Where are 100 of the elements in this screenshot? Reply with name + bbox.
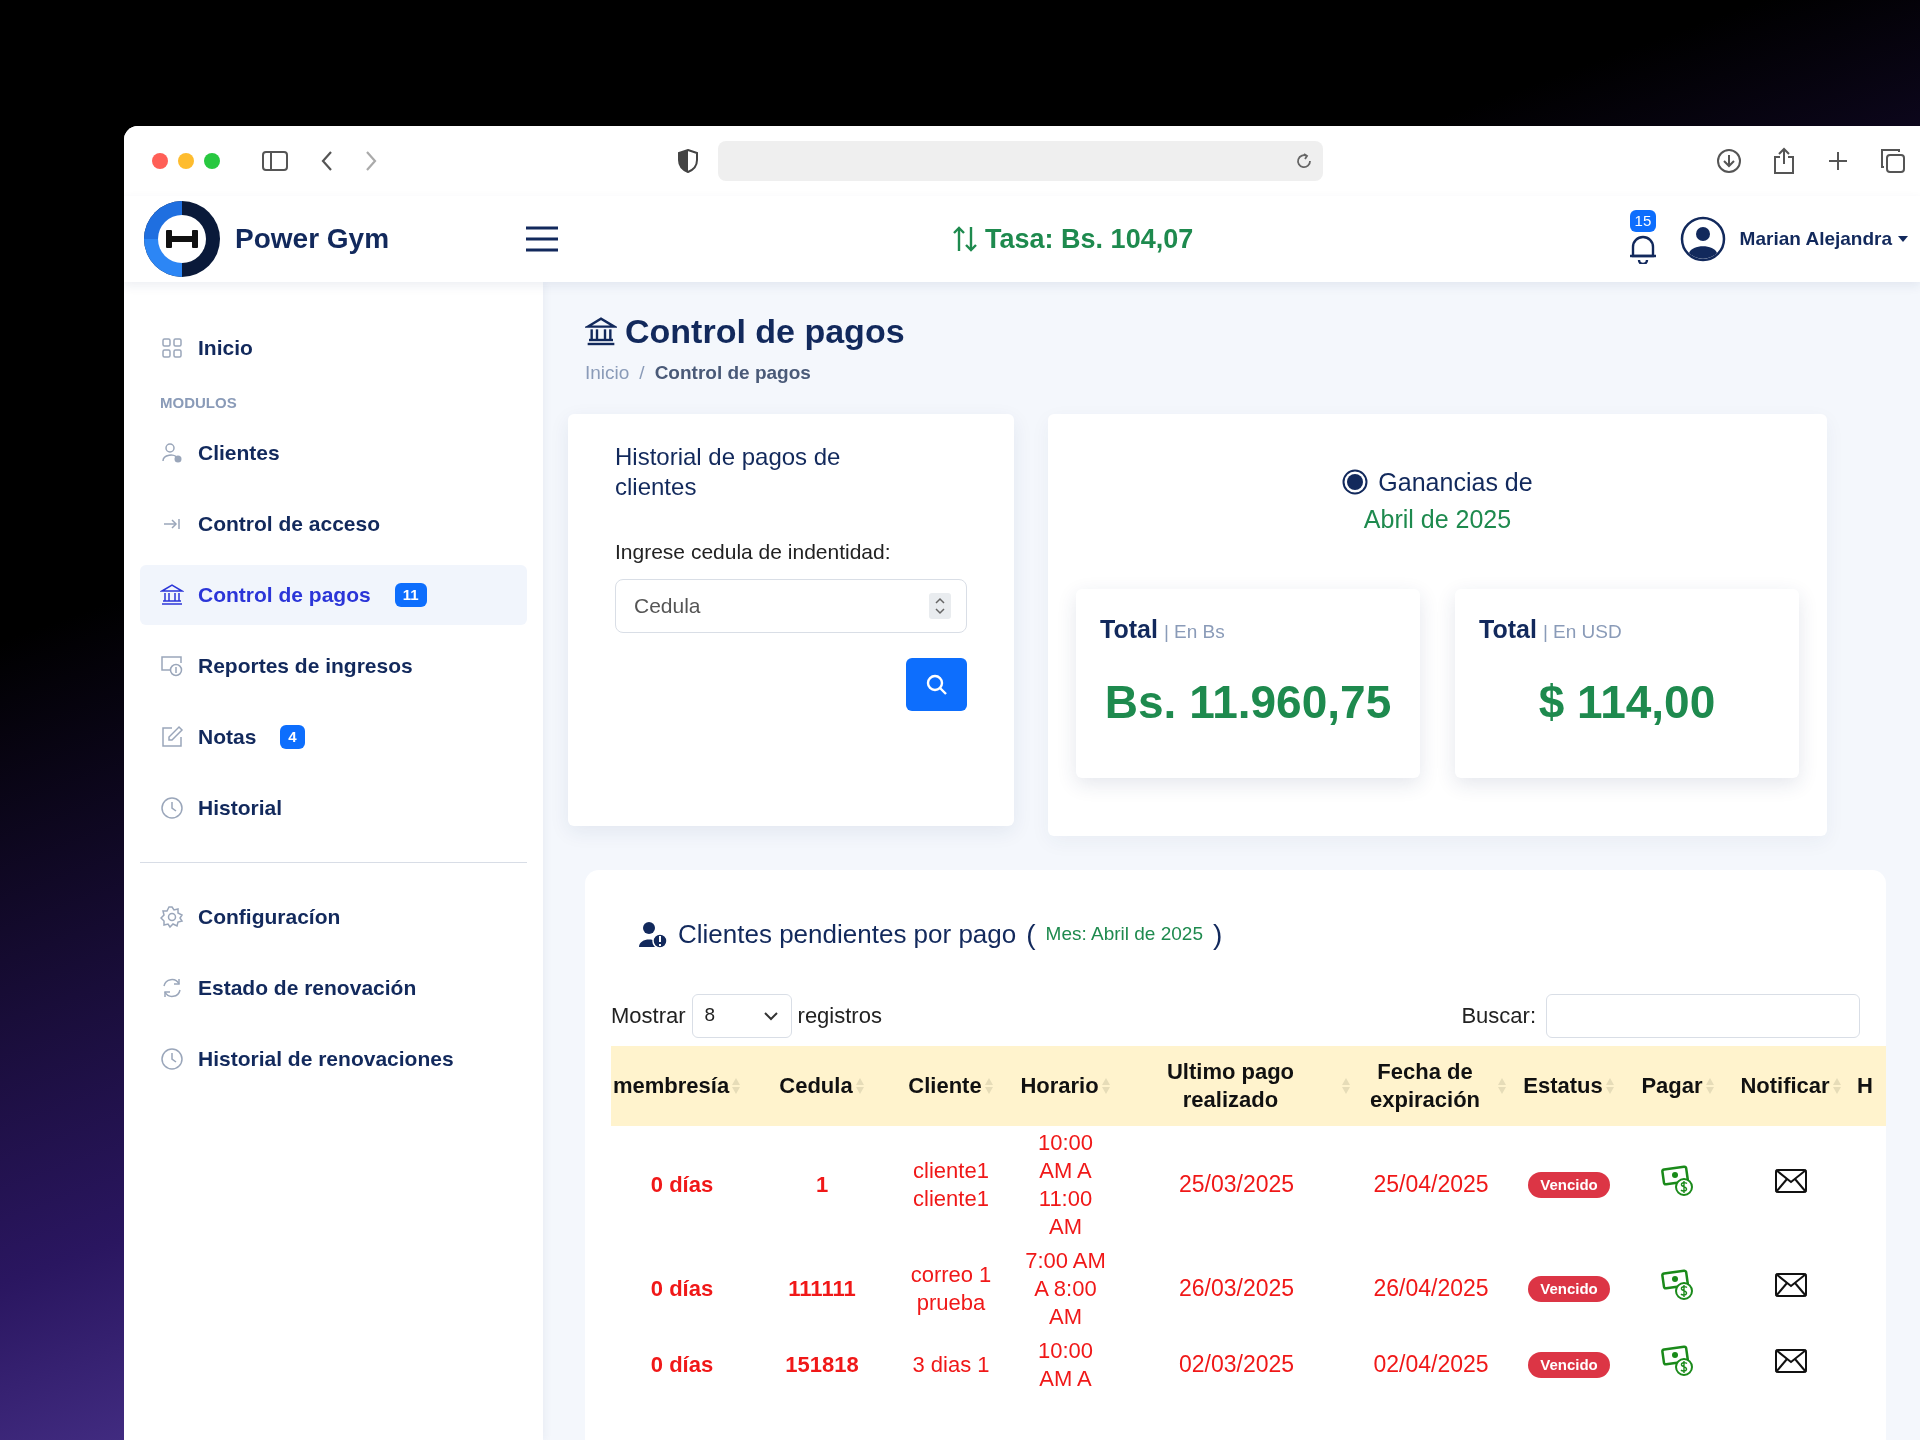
envelope-icon (1775, 1349, 1807, 1373)
envelope-icon (1775, 1273, 1807, 1297)
table-cell-text: 3 dias 1 (911, 1350, 991, 1379)
card-title: Historial de pagos de clientes (615, 441, 842, 502)
pay-button[interactable] (1661, 1269, 1695, 1301)
sidebar-item[interactable]: Reportes de ingresos (140, 635, 527, 696)
column-header[interactable]: Cliente (891, 1045, 1011, 1126)
select-value: 8 (704, 1003, 716, 1028)
clock-icon (160, 795, 184, 820)
sidebar-toggle-icon[interactable] (262, 151, 288, 171)
search-icon (924, 672, 949, 697)
sidebar-item[interactable]: Clientes (140, 422, 527, 483)
notify-button[interactable] (1775, 1273, 1807, 1297)
back-icon[interactable] (320, 150, 334, 172)
table-title: Clientes pendientes por pago (678, 918, 1017, 951)
page-title: Control de pagos (625, 311, 905, 352)
column-header[interactable]: membresía (611, 1045, 753, 1126)
table-cell-text: correo 1 prueba (909, 1260, 993, 1317)
status-badge: Vencido (1528, 1171, 1610, 1198)
total-amount: Bs. 11.960,75 (1104, 675, 1392, 730)
table-cell: 10:00 AM A 11:00 AM (1011, 1125, 1120, 1244)
money-icon (1661, 1269, 1695, 1301)
table-search-field[interactable] (1546, 993, 1860, 1038)
sidebar-item[interactable]: Configuracíon (140, 886, 527, 947)
notify-button[interactable] (1775, 1169, 1807, 1193)
new-tab-icon[interactable] (1826, 149, 1850, 173)
month-label: Mes: Abril de 2025 (1045, 922, 1203, 947)
tabs-overview-icon[interactable] (1880, 148, 1906, 174)
currency-label: | En USD (1542, 619, 1622, 644)
field-label: Ingrese cedula de indentidad: (615, 538, 892, 565)
share-icon[interactable] (1772, 147, 1796, 175)
status-badge: Vencido (1528, 1351, 1610, 1378)
total-label: Total (1100, 613, 1158, 645)
shield-icon[interactable] (678, 149, 698, 173)
bank-icon (585, 315, 617, 348)
search-label: Buscar: (1461, 1002, 1536, 1030)
table-cell-text: 0 días (649, 1274, 715, 1303)
reload-icon[interactable] (1295, 152, 1313, 170)
column-header[interactable]: Notificar (1727, 1045, 1855, 1126)
money-icon (1661, 1345, 1695, 1377)
pay-button[interactable] (1661, 1165, 1695, 1197)
table-cell-text: 111111 (787, 1274, 857, 1303)
column-header[interactable]: H (1855, 1045, 1886, 1126)
exchange-arrows-icon (951, 225, 980, 253)
total-label: Total (1479, 613, 1537, 645)
spinner-icon[interactable] (929, 593, 951, 619)
table-cell-text: 26/03/2025 (1177, 1274, 1296, 1304)
table-cell: 0 días (611, 1125, 753, 1244)
page-size-select[interactable]: 8 (691, 993, 792, 1038)
column-header[interactable]: Horario (1011, 1045, 1120, 1126)
gear-icon (160, 904, 184, 929)
user-alert-icon (638, 919, 668, 950)
menu-icon[interactable] (525, 225, 560, 253)
chevron-down-icon (762, 1010, 779, 1021)
avatar-icon[interactable] (1679, 216, 1726, 262)
clock-icon (160, 1046, 184, 1071)
breadcrumb-current: Control de pagos (654, 361, 811, 385)
currency-label: | En Bs (1163, 619, 1225, 644)
table-cell-text: 0 días (649, 1350, 715, 1379)
sidebar-item[interactable]: Historial de renovaciones (140, 1028, 527, 1089)
notification-count: 15 (1629, 210, 1657, 232)
cedula-field[interactable]: Cedula (615, 579, 967, 633)
table-cell-text: 7:00 AM A 8:00 AM (1024, 1246, 1107, 1331)
notify-button[interactable] (1775, 1349, 1807, 1373)
caret-icon (1898, 236, 1908, 242)
total-amount: $ 114,00 (1538, 675, 1716, 730)
grid-icon (160, 336, 184, 360)
exchange-rate: Tasa: Bs. 104,07 (985, 222, 1194, 256)
sidebar-item[interactable]: Estado de renovación (140, 957, 527, 1018)
column-header[interactable]: Estatus (1509, 1045, 1629, 1126)
parenthesis: ( (1026, 917, 1036, 952)
table-cell-text: 02/04/2025 (1372, 1350, 1490, 1380)
envelope-icon (1775, 1169, 1807, 1193)
records-label: registros (797, 1002, 882, 1030)
column-header[interactable]: Cedula (753, 1045, 891, 1126)
bank-icon (160, 582, 184, 607)
parenthesis: ) (1212, 917, 1223, 952)
pay-button[interactable] (1661, 1345, 1695, 1377)
table-cell: 25/03/2025 (1120, 1125, 1353, 1244)
sidebar-item[interactable]: Historial (140, 777, 527, 838)
logo-icon (144, 201, 220, 277)
sidebar-item[interactable]: Inicio (140, 318, 527, 378)
earnings-period: Abril de 2025 (1363, 504, 1512, 535)
user-icon (160, 440, 184, 465)
user-menu[interactable]: Marian Alejandra (1739, 224, 1908, 254)
table-cell-text: 151818 (784, 1350, 860, 1379)
money-icon (1661, 1165, 1695, 1197)
table-cell-text: 10:00 AM A (1036, 1336, 1095, 1393)
show-label: Mostrar (611, 1002, 686, 1030)
sidebar-item[interactable]: Notas 4 (140, 706, 527, 767)
download-icon[interactable] (1716, 148, 1742, 174)
table-cell-text: 02/03/2025 (1177, 1350, 1296, 1380)
sidebar-item[interactable]: Control de acceso (140, 493, 527, 554)
window-controls[interactable] (152, 153, 220, 169)
column-header[interactable]: Fecha de expiración (1353, 1045, 1509, 1126)
search-button[interactable] (906, 658, 967, 711)
column-header[interactable]: Ultimo pago realizado (1120, 1045, 1353, 1126)
breadcrumb-separator: / (639, 361, 645, 385)
column-header[interactable]: Pagar (1629, 1045, 1727, 1126)
sidebar-item[interactable]: Control de pagos 11 (140, 564, 527, 625)
